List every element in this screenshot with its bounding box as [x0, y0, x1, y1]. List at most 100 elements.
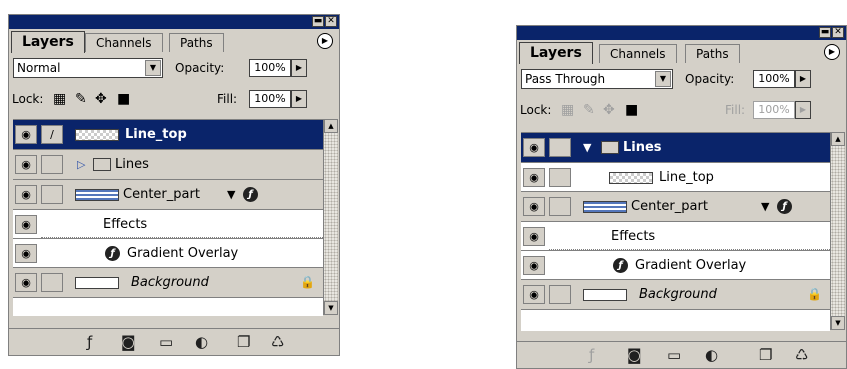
eye-icon[interactable]: ◉ [523, 227, 545, 246]
chevron-down-icon[interactable]: ▼ [145, 60, 161, 76]
chevron-down-icon[interactable]: ▼ [655, 71, 671, 87]
blend-mode-select[interactable]: Normal ▼ [13, 58, 163, 78]
eye-icon[interactable]: ◉ [15, 185, 37, 204]
tab-channels[interactable]: Channels [85, 33, 163, 52]
add-mask-icon[interactable]: ◙ [627, 346, 642, 364]
layer-row-background[interactable]: ◉ Background 🔒 [13, 268, 323, 298]
scroll-up-icon[interactable]: ▲ [831, 132, 845, 146]
new-layer-icon[interactable]: ❐ [759, 346, 772, 364]
palette-footer: ƒ ◙ ▭ ◐ ❐ ♺ [517, 341, 846, 368]
opacity-field[interactable]: 100% [249, 59, 291, 77]
effects-header-row[interactable]: ◉ Effects [521, 222, 830, 251]
lock-move-icon[interactable]: ✥ [603, 100, 615, 120]
eye-icon[interactable]: ◉ [15, 155, 37, 174]
eye-icon[interactable]: ◉ [15, 273, 37, 292]
effect-name: Gradient Overlay [127, 246, 239, 261]
scroll-down-icon[interactable]: ▼ [324, 301, 338, 315]
opacity-stepper-icon[interactable]: ▶ [291, 59, 307, 77]
divider [549, 249, 830, 250]
palette-title-bar[interactable]: ▬ ✕ [9, 15, 339, 29]
effect-row-gradient-overlay[interactable]: ◉ ƒ Gradient Overlay [13, 239, 323, 268]
close-icon[interactable]: ✕ [832, 27, 844, 38]
palette-menu-icon[interactable]: ▶ [317, 33, 333, 49]
eye-icon[interactable]: ◉ [523, 285, 545, 304]
new-set-icon[interactable]: ▭ [159, 333, 173, 351]
new-layer-icon[interactable]: ❐ [237, 333, 250, 351]
tab-channels[interactable]: Channels [599, 44, 677, 63]
palette-menu-icon[interactable]: ▶ [824, 44, 840, 60]
eye-icon[interactable]: ◉ [15, 244, 37, 263]
effects-header-row[interactable]: ◉ Effects [13, 210, 323, 239]
lock-label: Lock: [520, 103, 552, 117]
palette-footer: ƒ ◙ ▭ ◐ ❐ ♺ [9, 328, 339, 355]
link-slot-icon[interactable] [549, 168, 571, 187]
layer-thumbnail [75, 189, 119, 201]
fill-stepper-icon[interactable]: ▶ [795, 101, 811, 119]
palette-tabs: Layers Channels Paths ▶ [517, 40, 846, 64]
eye-icon[interactable]: ◉ [15, 125, 37, 144]
effects-triangle-icon[interactable]: ▼ [227, 180, 235, 209]
link-slot-icon[interactable] [41, 273, 63, 292]
adjustment-layer-icon[interactable]: ◐ [705, 346, 718, 364]
eye-icon[interactable]: ◉ [523, 197, 545, 216]
eye-icon[interactable]: ◉ [523, 256, 545, 275]
opacity-field[interactable]: 100% [753, 70, 795, 88]
tab-layers[interactable]: Layers [11, 31, 85, 53]
eye-icon[interactable]: ◉ [523, 168, 545, 187]
lock-all-icon[interactable]: ■ [625, 100, 638, 120]
effect-name: Gradient Overlay [635, 258, 747, 273]
fill-stepper-icon[interactable]: ▶ [291, 90, 307, 108]
effect-row-gradient-overlay[interactable]: ◉ ƒ Gradient Overlay [521, 251, 830, 280]
palette-title-bar[interactable]: ▬ ✕ [517, 26, 846, 40]
layer-style-icon[interactable]: ƒ [589, 346, 594, 364]
tab-layers[interactable]: Layers [519, 42, 593, 64]
scrollbar[interactable]: ▲ ▼ [830, 132, 845, 330]
layer-row-center-part[interactable]: ◉ Center_part ▼ ƒ [13, 180, 323, 210]
scroll-up-icon[interactable]: ▲ [324, 119, 338, 133]
scrollbar[interactable]: ▲ ▼ [323, 119, 338, 315]
link-slot-icon[interactable] [549, 285, 571, 304]
minimize-icon[interactable]: ▬ [819, 27, 831, 38]
layer-row-center-part[interactable]: ◉ Center_part ▼ ƒ [521, 192, 830, 222]
link-slot-icon[interactable] [41, 155, 63, 174]
tab-paths[interactable]: Paths [685, 44, 740, 63]
expand-triangle-icon[interactable]: ▷ [77, 150, 85, 179]
add-mask-icon[interactable]: ◙ [121, 333, 136, 351]
layer-row-line-top[interactable]: ◉ ∕ Line_top [13, 120, 323, 150]
layer-row-background[interactable]: ◉ Background 🔒 [521, 280, 830, 310]
link-slot-icon[interactable] [549, 197, 571, 216]
tab-paths[interactable]: Paths [169, 33, 224, 52]
eye-icon[interactable]: ◉ [523, 138, 545, 157]
layers-palette-left: ▬ ✕ Layers Channels Paths ▶ Normal ▼ Opa… [8, 14, 340, 356]
fx-icon: ƒ [243, 187, 258, 202]
fill-field[interactable]: 100% [753, 101, 795, 119]
layer-style-icon[interactable]: ƒ [87, 333, 92, 351]
link-slot-icon[interactable] [41, 185, 63, 204]
new-set-icon[interactable]: ▭ [667, 346, 681, 364]
blend-mode-select[interactable]: Pass Through ▼ [521, 69, 673, 89]
layer-row-lines-group[interactable]: ◉ ▼ Lines [521, 133, 830, 163]
minimize-icon[interactable]: ▬ [312, 16, 324, 27]
lock-paint-icon[interactable]: ✎ [75, 89, 87, 109]
layer-row-lines-group[interactable]: ◉ ▷ Lines [13, 150, 323, 180]
layer-row-line-top[interactable]: ◉ Line_top [521, 163, 830, 192]
layer-name: Background [131, 275, 209, 290]
brush-icon[interactable]: ∕ [41, 125, 63, 144]
lock-paint-icon[interactable]: ✎ [583, 100, 595, 120]
link-slot-icon[interactable] [549, 138, 571, 157]
lock-transparency-icon[interactable]: ▦ [53, 89, 66, 109]
layer-name: Lines [115, 157, 149, 172]
scroll-down-icon[interactable]: ▼ [831, 316, 845, 330]
lock-move-icon[interactable]: ✥ [95, 89, 107, 109]
fill-field[interactable]: 100% [249, 90, 291, 108]
trash-icon[interactable]: ♺ [271, 333, 284, 351]
effects-triangle-icon[interactable]: ▼ [761, 192, 769, 221]
close-icon[interactable]: ✕ [325, 16, 337, 27]
adjustment-layer-icon[interactable]: ◐ [195, 333, 208, 351]
lock-transparency-icon[interactable]: ▦ [561, 100, 574, 120]
eye-icon[interactable]: ◉ [15, 215, 37, 234]
trash-icon[interactable]: ♺ [795, 346, 808, 364]
lock-all-icon[interactable]: ■ [117, 89, 130, 109]
opacity-stepper-icon[interactable]: ▶ [795, 70, 811, 88]
collapse-triangle-icon[interactable]: ▼ [583, 133, 591, 162]
